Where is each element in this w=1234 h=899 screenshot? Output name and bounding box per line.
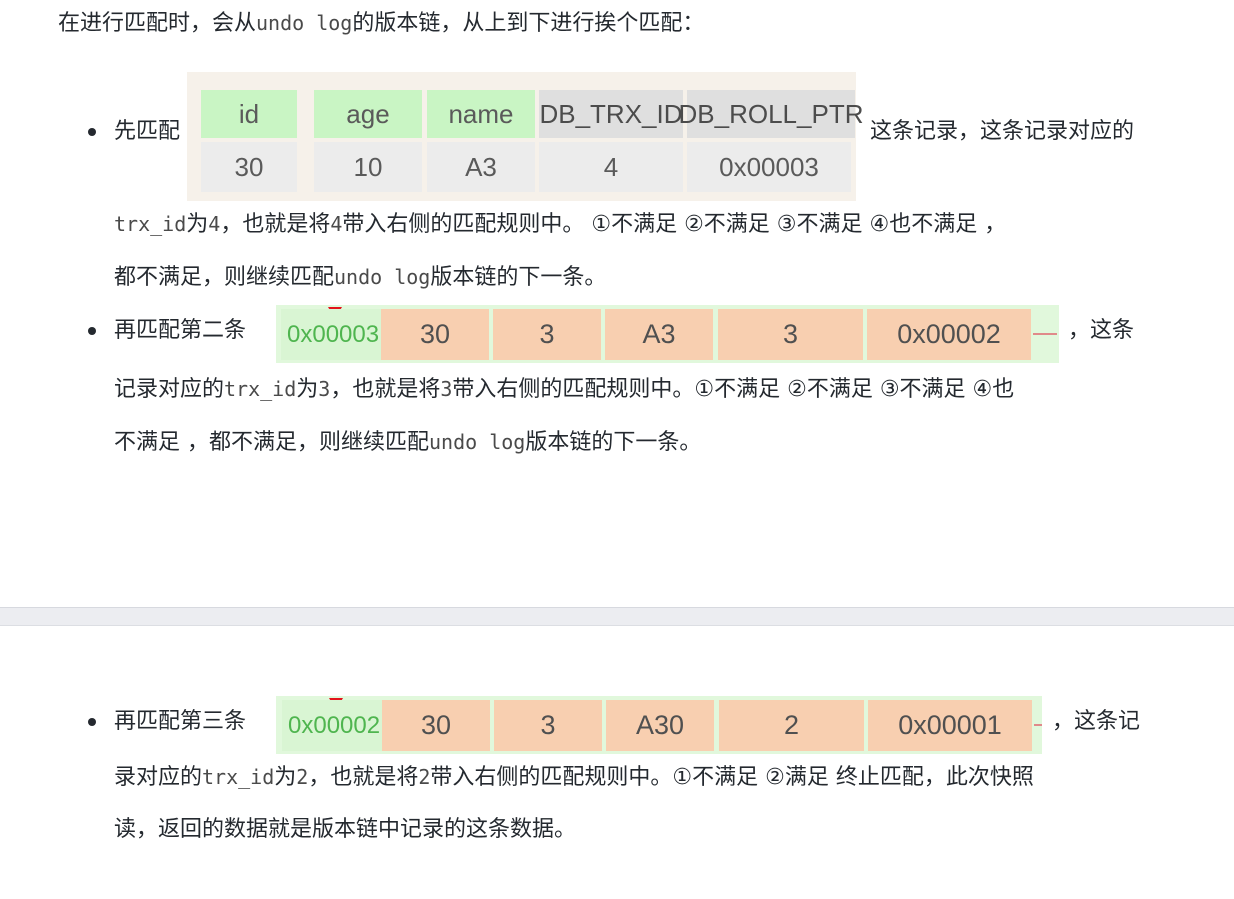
code-trx-id: trx_id: [202, 765, 275, 789]
roll-ptr-label: 0x00002: [282, 700, 386, 751]
step1-after-text: 这条记录，这条记录对应的: [870, 119, 1135, 144]
table-cell: 0x00003: [687, 142, 851, 192]
step2-after-text: ，这条: [1068, 318, 1135, 343]
text: 为: [186, 212, 209, 237]
code-trx-id: trx_id: [114, 212, 187, 236]
intro-text-start: 在进行匹配时，会从: [58, 11, 257, 36]
code-number: 2: [418, 765, 431, 789]
row-cell: 3: [493, 309, 601, 360]
roll-ptr-label: 0x00003: [281, 309, 385, 360]
link-line: [1033, 333, 1057, 335]
bullet-dot: [88, 718, 96, 726]
row-cell: 3: [718, 309, 863, 360]
code-number: 3: [440, 377, 453, 401]
step3-line2: 录对应的trx_id为2，也就是将2带入右侧的匹配规则中。①不满足 ②满足 终止…: [114, 762, 1034, 793]
text: ，也就是将: [220, 212, 331, 237]
table-header-db-trx-id: DB_TRX_ID: [539, 90, 683, 138]
step3-line3: 读，返回的数据就是版本链中记录的这条数据。: [114, 815, 576, 845]
text: 为: [274, 765, 297, 790]
code-number: 4: [208, 212, 221, 236]
row-cell: A30: [606, 700, 714, 751]
table-header-name: name: [427, 90, 535, 138]
code-number: 2: [296, 765, 309, 789]
step2-lead: 再匹配第二条: [114, 318, 247, 343]
row-cell: 2: [719, 700, 864, 751]
code-number: 4: [330, 212, 343, 236]
table-cell: 30: [201, 142, 297, 192]
row-cell: 30: [381, 309, 489, 360]
text: ，也就是将: [308, 765, 419, 790]
table-cell: A3: [427, 142, 535, 192]
text: 录对应的: [114, 765, 203, 790]
code-number: 3: [318, 377, 331, 401]
step3-after-text: ，这条记: [1052, 709, 1141, 734]
step1-line2: trx_id为4，也就是将4带入右侧的匹配规则中。 ①不满足 ②不满足 ③不满足…: [114, 209, 1006, 240]
text: 记录对应的: [114, 377, 225, 402]
table-cell: 10: [314, 142, 422, 192]
step1-line3: 都不满足，则继续匹配undo log版本链的下一条。: [114, 262, 606, 293]
link-line: [1034, 724, 1042, 726]
row-cell: 30: [382, 700, 490, 751]
intro-code: undo log: [256, 11, 353, 35]
version-row-image: 0x00002 30 3 A30 2 0x00001: [276, 696, 1042, 754]
intro-paragraph: 在进行匹配时，会从undo log的版本链，从上到下进行挨个匹配：: [58, 8, 704, 39]
code-undo-log: undo log: [334, 265, 431, 289]
intro-text-end: 的版本链，从上到下进行挨个匹配：: [352, 11, 705, 36]
text: 带入右侧的匹配规则中。①不满足 ②不满足 ③不满足 ④也: [452, 377, 1015, 402]
step2-line3: 不满足 ，都不满足，则继续匹配undo log版本链的下一条。: [114, 427, 701, 458]
record-table-image: id age name DB_TRX_ID DB_ROLL_PTR 30 10 …: [187, 72, 863, 201]
text: 为: [296, 377, 319, 402]
row-cell: A3: [605, 309, 713, 360]
table-header-db-roll-ptr: DB_ROLL_PTR: [679, 90, 863, 138]
text: 带入右侧的匹配规则中。①不满足 ②满足 终止匹配，此次快照: [430, 765, 1034, 790]
table-header-id: id: [201, 90, 297, 138]
row-cell: 0x00001: [868, 700, 1032, 751]
page-divider: [0, 607, 1234, 626]
step3-lead: 再匹配第三条: [114, 709, 247, 734]
table-cell: 4: [539, 142, 683, 192]
text: 不满足 ，都不满足，则继续匹配: [114, 430, 429, 455]
text: 版本链的下一条。: [430, 265, 607, 290]
text: 都不满足，则继续匹配: [114, 265, 335, 290]
text: ，也就是将: [330, 377, 441, 402]
text: 带入右侧的匹配规则中。 ①不满足 ②不满足 ③不满足 ④也不满足 ，: [342, 212, 1007, 237]
code-undo-log: undo log: [429, 430, 526, 454]
code-trx-id: trx_id: [224, 377, 297, 401]
text: 版本链的下一条。: [525, 430, 702, 455]
row-cell: 0x00002: [867, 309, 1031, 360]
step2-line2: 记录对应的trx_id为3，也就是将3带入右侧的匹配规则中。①不满足 ②不满足 …: [114, 374, 1014, 405]
table-header-age: age: [314, 90, 422, 138]
row-cell: 3: [494, 700, 602, 751]
bullet-dot: [88, 327, 96, 335]
version-row-image: 0x00003 30 3 A3 3 0x00002: [276, 305, 1059, 363]
step1-lead: 先匹配: [114, 119, 181, 144]
text: 读，返回的数据就是版本链中记录的这条数据。: [114, 817, 577, 842]
bullet-dot: [88, 128, 96, 136]
